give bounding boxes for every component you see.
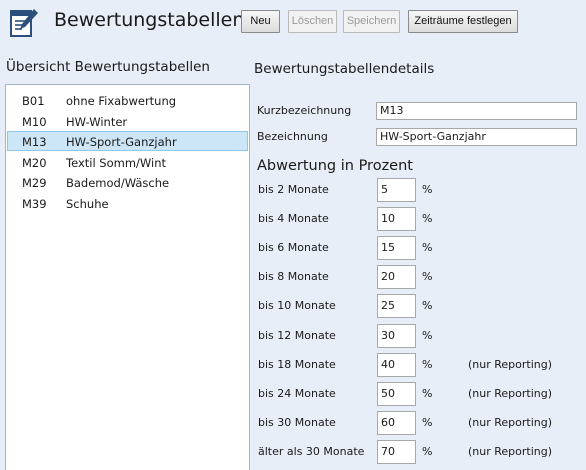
percent-unit: % [422, 212, 433, 226]
list-item[interactable]: M39 Schuhe [7, 193, 248, 213]
list-item-name: HW-Winter [66, 114, 128, 129]
percent-unit: % [422, 241, 433, 255]
period-label: bis 4 Monate [258, 212, 329, 226]
period-label: bis 12 Monate [258, 328, 336, 342]
list-item-name: Bademod/Wäsche [66, 176, 170, 190]
reporting-note: (nur Reporting) [468, 415, 553, 429]
percent-input[interactable]: 60 [377, 410, 416, 435]
list-item[interactable]: M10 HW-Winter [7, 111, 248, 131]
percent-input[interactable]: 10 [377, 207, 416, 232]
period-label: bis 30 Monate [258, 415, 336, 429]
page-title: Bewertungstabellen [54, 9, 245, 31]
list-item[interactable]: B01 ohne Fixabwertung [7, 90, 248, 110]
list-item-name: HW-Sport-Ganzjahr [66, 135, 177, 149]
percent-input[interactable]: 70 [377, 439, 416, 464]
list-item-code: M39 [22, 196, 47, 211]
reporting-note: (nur Reporting) [468, 357, 553, 371]
period-label: bis 2 Monate [258, 183, 329, 196]
period-label: bis 18 Monate [258, 357, 336, 371]
list-item[interactable]: M13 HW-Sport-Ganzjahr [7, 131, 248, 151]
short-name-label: Kurzbezeichnung [257, 104, 352, 117]
period-label: bis 10 Monate [258, 299, 336, 313]
save-button[interactable]: Speichern [343, 10, 400, 33]
set-periods-button[interactable]: Zeiträume festlegen [408, 10, 518, 33]
reporting-note: (nur Reporting) [468, 386, 553, 400]
delete-button[interactable]: Löschen [288, 10, 337, 33]
list-item-code: M13 [22, 135, 47, 149]
percent-input[interactable]: 40 [377, 352, 416, 377]
percent-unit: % [422, 328, 433, 342]
period-label: bis 8 Monate [258, 270, 329, 284]
period-label: bis 6 Monate [258, 241, 329, 255]
short-name-field[interactable]: M13 [376, 102, 577, 120]
depreciation-section-title: Abwertung in Prozent [257, 158, 413, 174]
list-item-name: Schuhe [66, 196, 109, 211]
details-title: Bewertungstabellendetails [254, 61, 435, 77]
percent-unit: % [422, 444, 433, 458]
percent-unit: % [422, 386, 433, 400]
list-item-name: ohne Fixabwertung [66, 94, 177, 108]
period-label: älter als 30 Monate [258, 444, 365, 458]
list-item-code: M29 [22, 176, 47, 190]
percent-input[interactable]: 25 [377, 294, 416, 319]
valuation-table-list[interactable]: B01 ohne Fixabwertung M10 HW-Winter M13 HW-Sp… [5, 84, 250, 470]
list-item[interactable]: M29 Bademod/Wäsche [7, 172, 248, 192]
percent-input[interactable]: 20 [377, 265, 416, 290]
percent-unit: % [422, 299, 433, 313]
name-label: Bezeichnung [257, 130, 328, 143]
percent-unit: % [422, 415, 433, 429]
percent-input[interactable]: 5 [377, 178, 416, 202]
percent-unit: % [422, 183, 433, 196]
percent-unit: % [422, 357, 433, 371]
new-button[interactable]: Neu [241, 10, 280, 33]
reporting-note: (nur Reporting) [468, 444, 553, 458]
overview-title: Übersicht Bewertungstabellen [6, 59, 210, 75]
app-header: Bewertungstabellen Neu Löschen Speichern… [0, 0, 586, 44]
name-field[interactable]: HW-Sport-Ganzjahr [376, 128, 577, 146]
list-item-code: B01 [22, 94, 45, 108]
percent-input[interactable]: 30 [377, 323, 416, 348]
list-item-code: M20 [22, 155, 47, 170]
list-item[interactable]: M20 Textil Somm/Wint [7, 152, 248, 172]
edit-document-icon [9, 6, 39, 38]
list-item-code: M10 [22, 114, 47, 129]
list-item-name: Textil Somm/Wint [66, 155, 167, 170]
period-label: bis 24 Monate [258, 386, 336, 400]
percent-input[interactable]: 50 [377, 381, 416, 406]
percent-input[interactable]: 15 [377, 236, 416, 261]
percent-unit: % [422, 270, 433, 284]
